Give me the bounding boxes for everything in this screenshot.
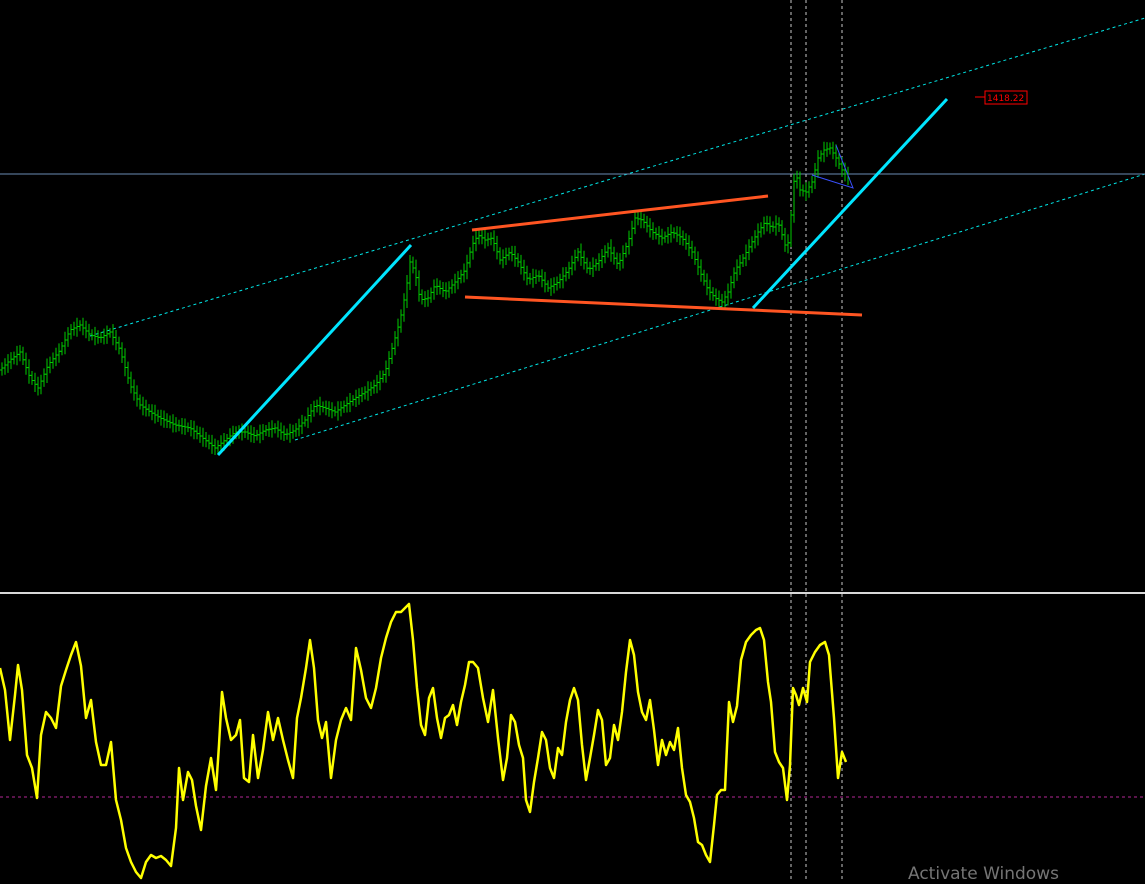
trading-chart[interactable]: 1418.22 — [0, 0, 1145, 881]
price-label-text: 1418.22 — [987, 94, 1024, 104]
activate-windows-watermark: Activate Windows — [908, 864, 1059, 884]
